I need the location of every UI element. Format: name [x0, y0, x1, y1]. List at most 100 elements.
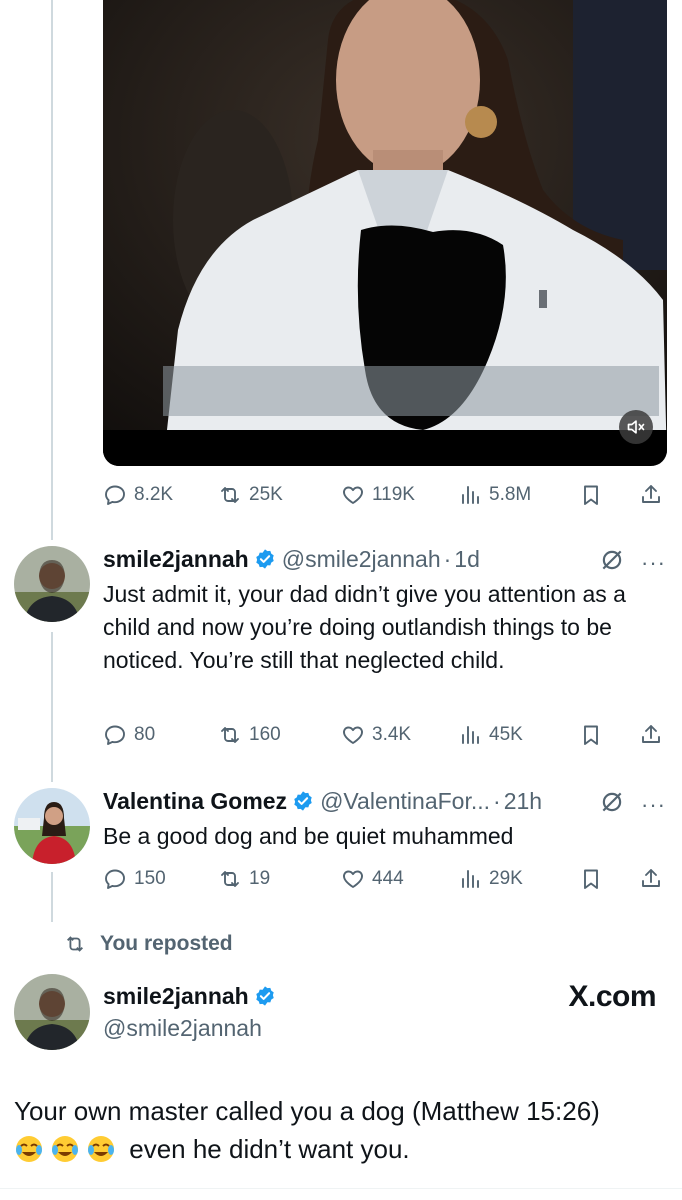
repost-button[interactable]: 160 — [218, 723, 281, 747]
like-count: 444 — [372, 868, 404, 889]
like-count: 119K — [372, 484, 415, 505]
display-name[interactable]: smile2jannah — [103, 983, 249, 1010]
x-com-watermark: X.com — [568, 980, 656, 1013]
repost-count: 25K — [249, 484, 283, 505]
bookmark-button[interactable] — [579, 867, 603, 891]
views-count: 45K — [489, 724, 523, 745]
display-name[interactable]: Valentina Gomez — [103, 788, 287, 815]
reply-1-header: smile2jannah @smile2jannah · 1d — [103, 543, 480, 575]
repost-icon — [67, 936, 83, 952]
verified-badge-icon — [256, 986, 274, 1006]
speaker-muted-icon — [627, 420, 645, 434]
reply-count: 8.2K — [134, 484, 174, 505]
share-icon — [642, 725, 660, 743]
share-button[interactable] — [639, 867, 663, 891]
reply-2-top-right: ··· — [599, 789, 666, 820]
main-post-handle-line: @smile2jannah — [103, 1012, 262, 1044]
heart-icon — [343, 870, 363, 888]
handle[interactable]: @smile2jannah — [282, 546, 441, 573]
reply-button[interactable]: 150 — [103, 867, 166, 891]
post-actions-reply-1: 80 160 3.4K 45K — [103, 720, 665, 750]
views-button[interactable]: 45K — [458, 723, 523, 747]
handle[interactable]: @ValentinaFor... — [320, 788, 490, 815]
views-count: 5.8M — [489, 484, 532, 505]
views-icon — [462, 726, 479, 744]
heart-icon — [343, 486, 363, 504]
more-options-icon[interactable]: ··· — [641, 792, 666, 818]
avatar-smile2jannah[interactable] — [14, 546, 90, 622]
post-actions-top: 8.2K 25K 119K 5.8M — [103, 480, 665, 510]
like-count: 3.4K — [372, 724, 412, 745]
repost-count: 19 — [249, 868, 271, 889]
display-name[interactable]: smile2jannah — [103, 546, 249, 573]
main-post-text: Your own master called you a dog (Matthe… — [14, 1092, 674, 1168]
main-post-text-line-2-words: even he didn’t want you. — [129, 1134, 410, 1164]
like-button[interactable]: 119K — [341, 483, 415, 507]
reply-icon — [105, 485, 125, 505]
views-icon — [462, 486, 479, 504]
reply-2-text: Be a good dog and be quiet muhammed — [103, 823, 514, 849]
bookmark-button[interactable] — [579, 723, 603, 747]
face-with-tears-of-joy-icon — [16, 1136, 42, 1162]
reply-count: 80 — [134, 724, 156, 745]
video-control-bar — [103, 430, 667, 466]
share-button[interactable] — [639, 483, 663, 507]
verified-badge-icon — [256, 549, 274, 569]
separator-dot: · — [443, 545, 452, 572]
mute-button[interactable] — [619, 410, 653, 444]
verified-badge-icon — [294, 791, 312, 811]
like-button[interactable]: 3.4K — [341, 723, 411, 747]
share-icon — [642, 485, 660, 503]
reply-2-header: Valentina Gomez @ValentinaFor... · 21h — [103, 785, 542, 817]
share-button[interactable] — [639, 723, 663, 747]
repost-banner: You reposted — [64, 932, 233, 956]
bookmark-icon — [584, 725, 598, 745]
grok-icon[interactable] — [599, 789, 625, 820]
avatar-photo — [14, 546, 90, 622]
views-button[interactable]: 5.8M — [458, 483, 531, 507]
reply-count: 150 — [134, 868, 166, 889]
reply-1-text: Just admit it, your dad didn’t give you … — [103, 581, 626, 673]
thread-line-3 — [51, 872, 53, 922]
reply-button[interactable]: 8.2K — [103, 483, 173, 507]
handle[interactable]: @smile2jannah — [103, 1015, 262, 1042]
face-with-tears-of-joy-icon — [88, 1136, 114, 1162]
repost-count: 160 — [249, 724, 281, 745]
main-post-text-line-2: even he didn’t want you. — [14, 1130, 674, 1168]
views-button[interactable]: 29K — [458, 867, 523, 891]
bookmark-button[interactable] — [579, 483, 603, 507]
like-button[interactable]: 444 — [341, 867, 404, 891]
video-frame — [103, 0, 667, 466]
thread-line-2 — [51, 632, 53, 782]
main-post-name-line: smile2jannah — [103, 980, 276, 1012]
avatar-photo — [14, 974, 90, 1050]
reply-1-top-right: ··· — [599, 547, 666, 578]
grok-icon[interactable] — [599, 547, 625, 578]
thread-line-1 — [51, 0, 53, 540]
timestamp[interactable]: 1d — [454, 546, 480, 573]
reply-icon — [105, 869, 125, 889]
repost-icon — [221, 487, 239, 503]
repost-banner-label: You reposted — [100, 932, 233, 955]
repost-icon — [221, 871, 239, 887]
face-with-tears-of-joy-icon — [52, 1136, 78, 1162]
repost-button[interactable]: 25K — [218, 483, 283, 507]
bookmark-icon — [584, 485, 598, 505]
avatar-valentina-gomez[interactable] — [14, 788, 90, 864]
timestamp[interactable]: 21h — [504, 788, 542, 815]
post-actions-reply-2: 150 19 444 29K — [103, 864, 665, 894]
views-icon — [462, 870, 479, 888]
repost-icon — [221, 727, 239, 743]
separator-dot: · — [493, 787, 501, 814]
main-post-text-line-1: Your own master called you a dog (Matthe… — [14, 1096, 600, 1126]
bookmark-icon — [584, 869, 598, 889]
views-count: 29K — [489, 868, 523, 889]
divider — [0, 1188, 682, 1189]
heart-icon — [343, 726, 363, 744]
share-icon — [642, 869, 660, 887]
reply-button[interactable]: 80 — [103, 723, 155, 747]
more-options-icon[interactable]: ··· — [641, 550, 666, 576]
video-player[interactable] — [103, 0, 667, 466]
avatar-smile2jannah-main[interactable] — [14, 974, 90, 1050]
repost-button[interactable]: 19 — [218, 867, 270, 891]
